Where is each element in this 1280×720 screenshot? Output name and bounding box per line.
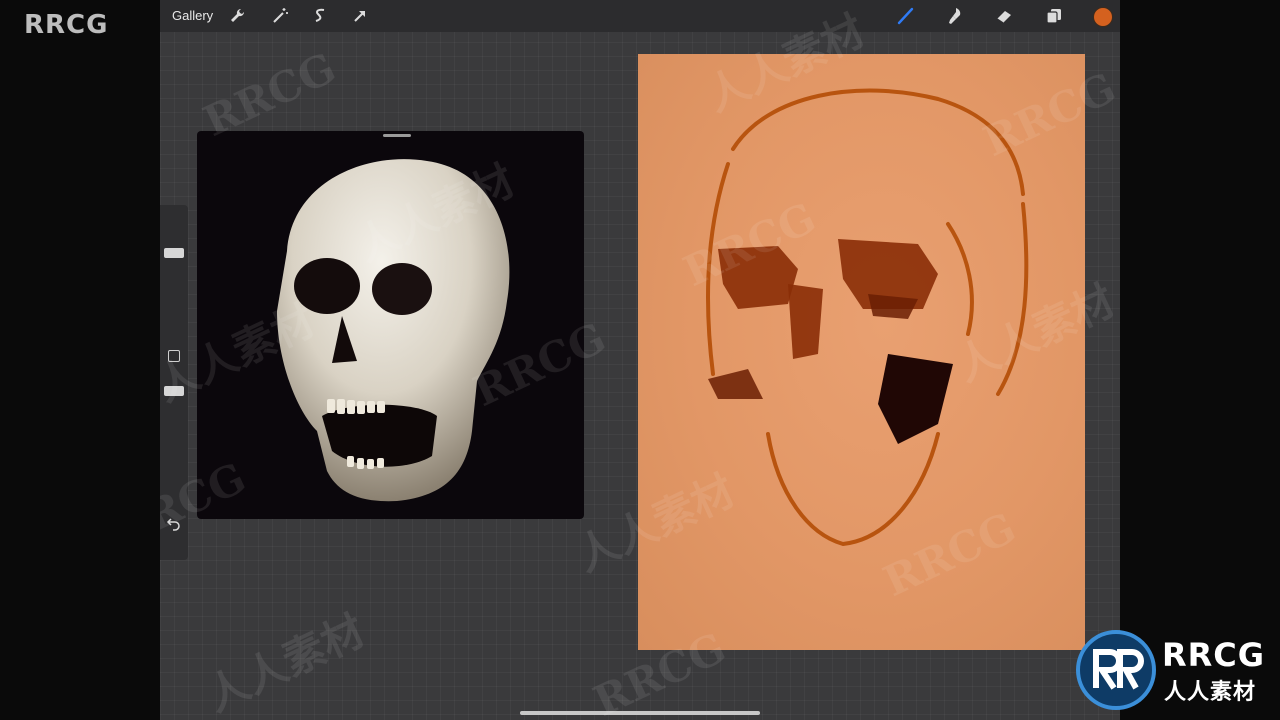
transform-arrow-icon[interactable] bbox=[350, 6, 370, 26]
watermark-cjk: 人人素材 bbox=[198, 605, 372, 720]
logo-subtitle: 人人素材 bbox=[1164, 680, 1257, 705]
magic-wand-icon[interactable] bbox=[270, 6, 290, 26]
undo-icon[interactable] bbox=[166, 515, 182, 531]
selection-icon[interactable] bbox=[310, 6, 330, 26]
color-picker-button[interactable] bbox=[1093, 7, 1113, 27]
modify-button[interactable] bbox=[168, 350, 180, 362]
layers-icon[interactable] bbox=[1044, 6, 1064, 26]
skull-sketch bbox=[706, 88, 1029, 547]
sidebar bbox=[160, 205, 188, 560]
home-indicator[interactable] bbox=[520, 711, 760, 715]
eraser-icon[interactable] bbox=[994, 6, 1014, 26]
corner-watermark: RRCG bbox=[24, 10, 109, 40]
skull-reference-image bbox=[277, 159, 510, 502]
top-toolbar: Gallery bbox=[160, 0, 1120, 32]
smudge-icon[interactable] bbox=[945, 6, 965, 26]
drawing-canvas[interactable] bbox=[638, 54, 1085, 650]
letterbox-left bbox=[0, 0, 160, 720]
opacity-slider[interactable] bbox=[164, 386, 184, 396]
gallery-button[interactable]: Gallery bbox=[172, 8, 213, 23]
rrcg-logo-icon bbox=[1076, 630, 1156, 710]
reference-window-grabber[interactable] bbox=[383, 134, 411, 137]
letterbox-right bbox=[1120, 0, 1280, 720]
brush-icon[interactable] bbox=[896, 6, 916, 26]
wrench-icon[interactable] bbox=[228, 6, 248, 26]
procreate-app: Gallery RRCG 人人素材 RRCG bbox=[160, 0, 1120, 720]
reference-window[interactable] bbox=[197, 131, 584, 519]
logo-title: RRCG bbox=[1162, 636, 1266, 674]
brush-size-slider[interactable] bbox=[164, 248, 184, 258]
rrcg-logo: RRCG 人人素材 bbox=[1074, 624, 1274, 720]
